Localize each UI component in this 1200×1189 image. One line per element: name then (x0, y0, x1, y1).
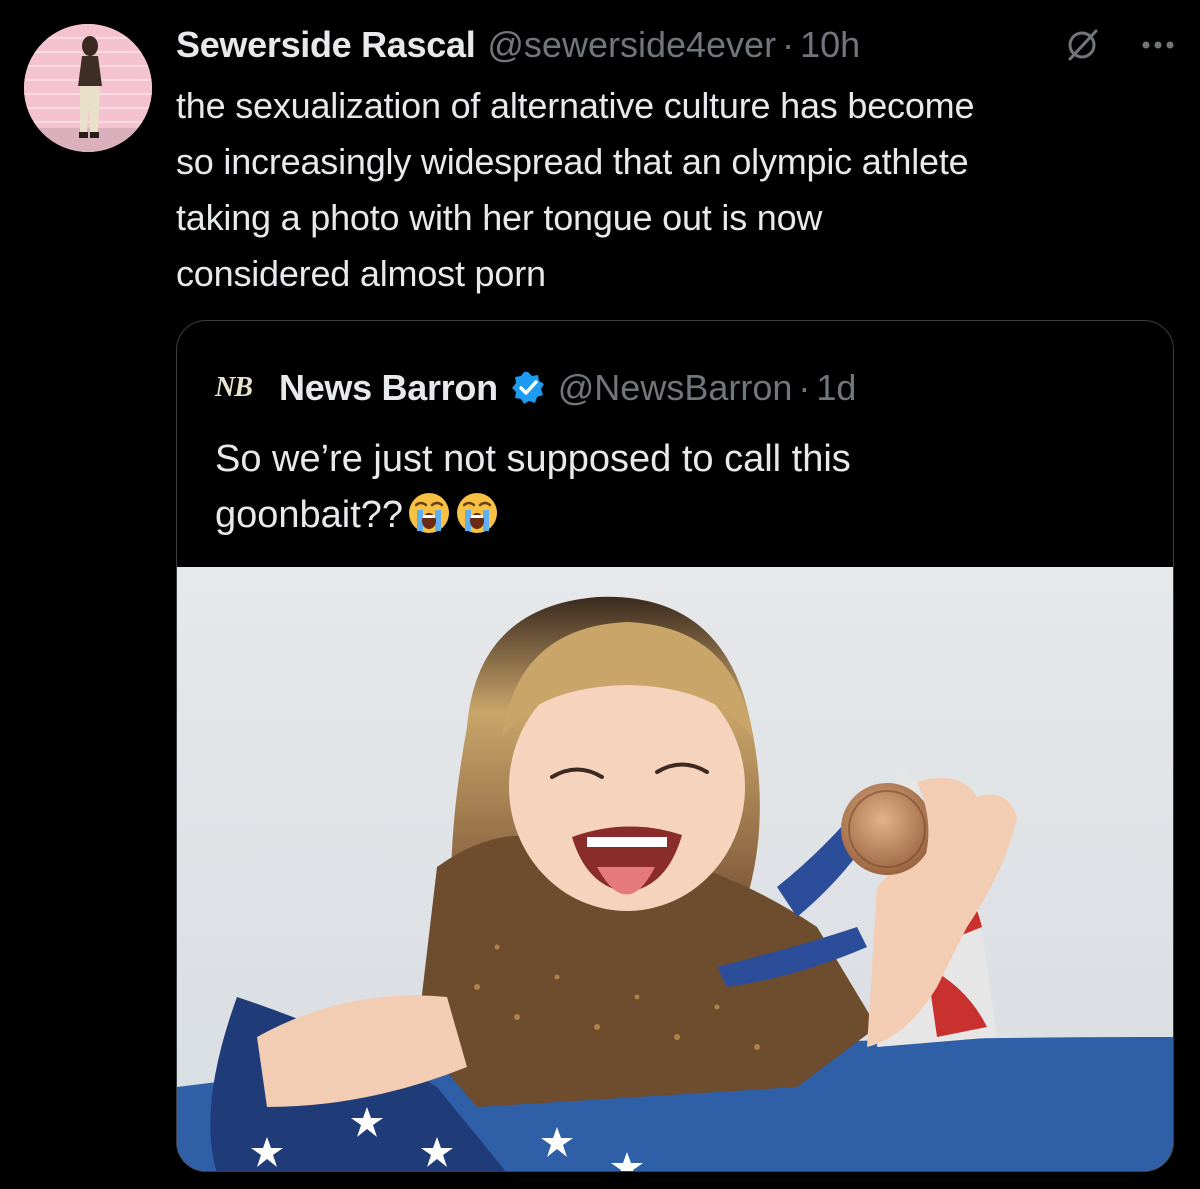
quoted-author-display-name[interactable]: News Barron (279, 367, 498, 409)
quoted-header-separator: · (798, 367, 811, 408)
loudly-crying-face-emoji (455, 491, 499, 551)
tweet-timestamp[interactable]: 10h (800, 24, 860, 66)
loudly-crying-face-emoji (407, 491, 451, 551)
quoted-tweet-timestamp[interactable]: 1d (816, 367, 856, 409)
nb-logo-text: NB (215, 372, 253, 403)
quoted-tweet-photo[interactable] (177, 567, 1173, 1171)
tweet-text: the sexualization of alternative culture… (176, 85, 975, 294)
author-handle[interactable]: @sewerside4ever (487, 24, 776, 66)
quoted-tweet-text: So we’re just not supposed to call this … (215, 431, 1115, 551)
more-horizontal-icon[interactable] (1140, 39, 1176, 51)
athlete-photo (177, 567, 1173, 1171)
avatar[interactable] (24, 24, 152, 152)
tweet-header: Sewerside Rascal @sewerside4ever · 10h (176, 22, 1176, 68)
quoted-tweet-card[interactable]: NB News Barron @NewsBarron · 1d So we’re… (176, 320, 1174, 1172)
grok-slash-icon[interactable] (1062, 25, 1102, 65)
quoted-tweet-header: NB News Barron @NewsBarron · 1d (215, 365, 856, 411)
header-separator: · (782, 24, 795, 65)
avatar-image (24, 24, 152, 152)
quoted-author-avatar[interactable]: NB (215, 365, 269, 411)
author-display-name[interactable]: Sewerside Rascal (176, 24, 476, 66)
verified-badge-icon (510, 370, 546, 406)
quoted-author-handle[interactable]: @NewsBarron (558, 367, 793, 409)
header-actions (1062, 22, 1176, 68)
quoted-tweet-text-content: So we’re just not supposed to call this … (215, 438, 851, 536)
